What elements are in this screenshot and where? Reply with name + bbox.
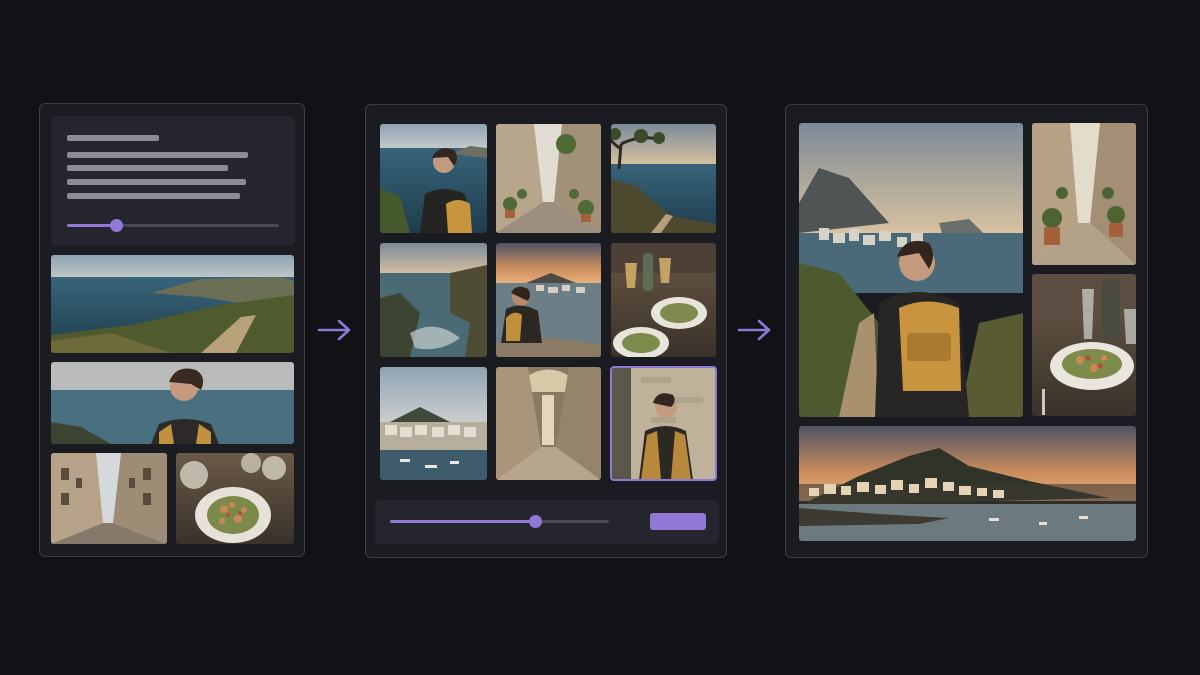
input-panel <box>39 103 305 557</box>
arrow-right-icon <box>317 319 351 341</box>
generated-image-hilltop-town-harbor[interactable] <box>380 367 487 480</box>
generation-panel <box>365 104 727 558</box>
prompt-box[interactable] <box>51 116 295 246</box>
prompt-text-line <box>67 152 248 158</box>
output-image-alley-potted-plants[interactable] <box>1032 123 1136 265</box>
generate-button[interactable] <box>650 513 706 530</box>
generated-image-wine-salad-table[interactable] <box>611 243 716 357</box>
reference-image-narrow-street[interactable] <box>51 453 167 544</box>
reference-image-woman-sea[interactable] <box>51 362 294 444</box>
strength-slider-knob[interactable] <box>110 219 123 232</box>
generated-image-woman-backpack-sea[interactable] <box>380 124 487 233</box>
generated-image-coastal-cliff-tree[interactable] <box>611 124 716 233</box>
generated-image-stone-archway-alley[interactable] <box>496 367 601 480</box>
arrow-right-icon <box>737 319 771 341</box>
variation-slider-knob[interactable] <box>529 515 542 528</box>
generated-image-woman-overlooking-harbor[interactable] <box>496 243 601 357</box>
prompt-text-line <box>67 135 159 141</box>
generated-image-alley-plants[interactable] <box>496 124 601 233</box>
variation-slider-fill <box>390 520 536 523</box>
reference-image-coastal-path[interactable] <box>51 255 294 353</box>
generation-controls <box>375 500 719 544</box>
prompt-text-line <box>67 193 240 199</box>
prompt-text-line <box>67 165 228 171</box>
output-image-salad-wine[interactable] <box>1032 274 1136 416</box>
reference-image-salad-table[interactable] <box>176 453 294 544</box>
output-image-sunset-hill-town[interactable] <box>799 426 1136 541</box>
prompt-text-line <box>67 179 246 185</box>
generated-image-woman-against-wall[interactable] <box>610 366 717 481</box>
output-panel <box>785 104 1148 558</box>
generated-image-rocky-cove[interactable] <box>380 243 487 357</box>
output-image-woman-coastal-path[interactable] <box>799 123 1023 417</box>
